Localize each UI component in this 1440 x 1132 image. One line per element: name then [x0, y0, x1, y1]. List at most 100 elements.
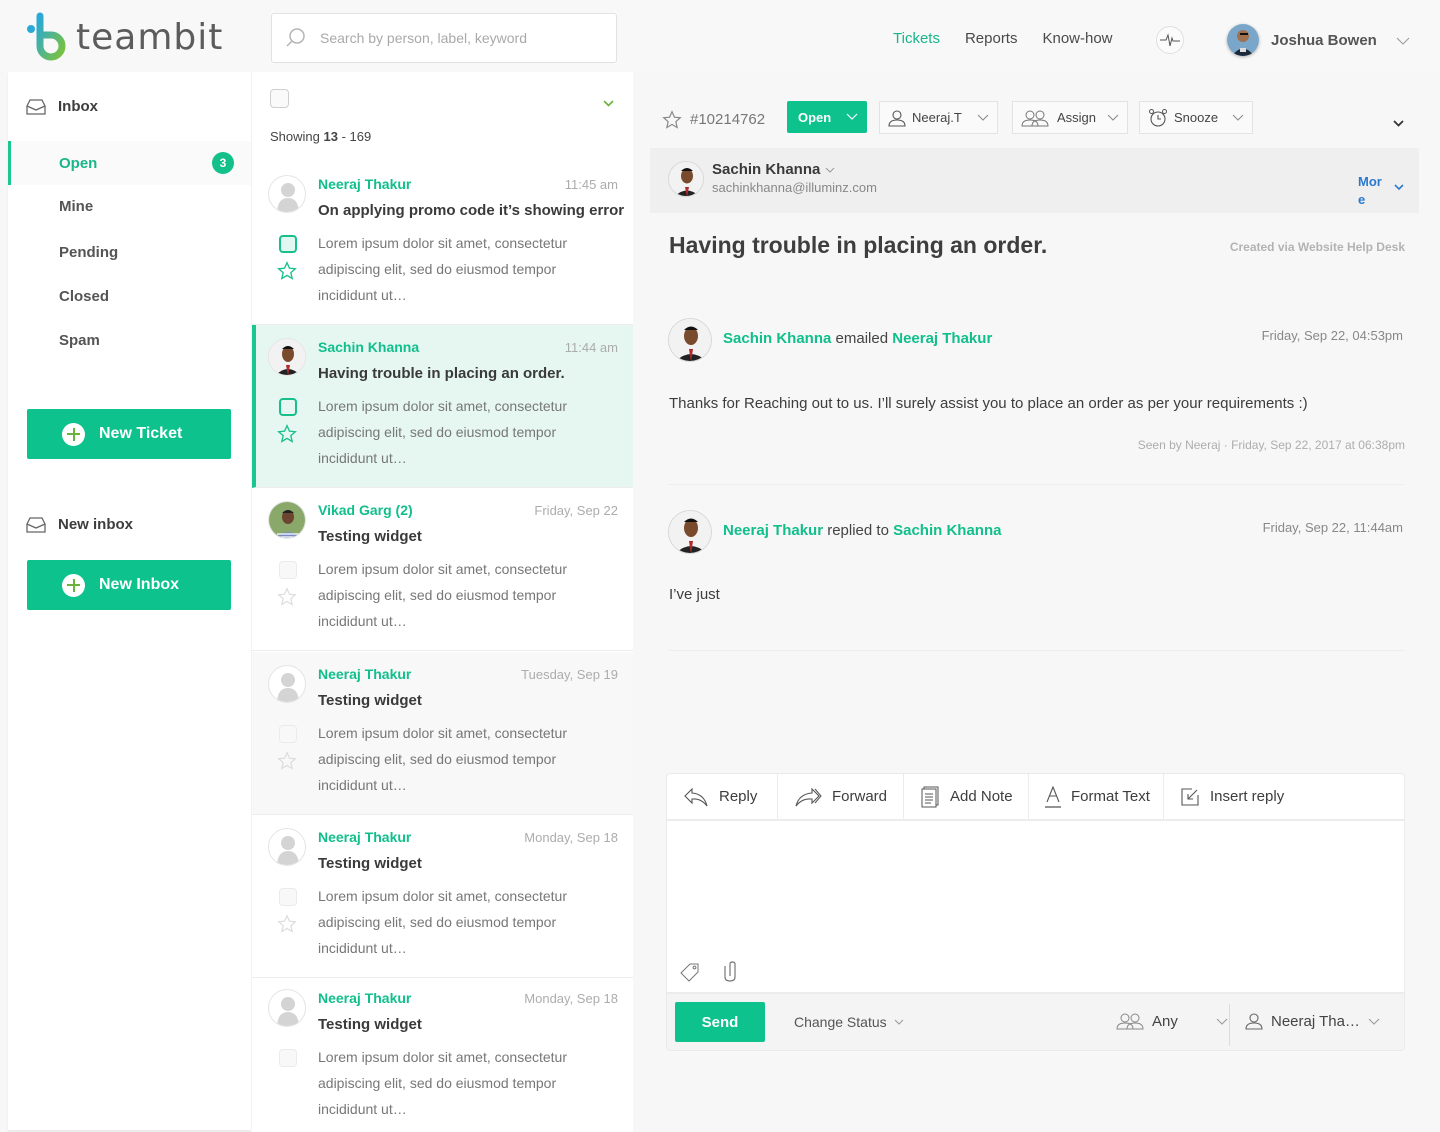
bulk-actions-chevron-icon[interactable]: [603, 94, 614, 112]
ticket-checkbox[interactable]: [279, 725, 297, 743]
ticket-sender: Neeraj Thakur: [318, 666, 412, 682]
more-link[interactable]: More: [1358, 173, 1388, 209]
tab-add-note[interactable]: Add Note: [904, 774, 1029, 819]
sender-avatar: [268, 501, 306, 539]
message-item: Sachin Khanna emailed Neeraj Thakur Frid…: [668, 318, 1405, 458]
inbox-heading[interactable]: Inbox: [26, 98, 98, 115]
team-label: Any: [1152, 1012, 1178, 1030]
star-icon[interactable]: [277, 261, 297, 286]
ticket-preview: Lorem ipsum dolor sit amet, consectetur …: [318, 235, 567, 303]
ticket-checkbox[interactable]: [279, 561, 297, 579]
assign-dropdown[interactable]: Assign: [1012, 101, 1128, 134]
ticket-checkbox[interactable]: [279, 1049, 297, 1067]
created-via: Created via Website Help Desk: [1229, 240, 1405, 254]
assignee-dropdown[interactable]: Neeraj Tha…: [1245, 1012, 1380, 1030]
sidebar-item-pending[interactable]: Pending: [8, 230, 251, 274]
tab-insert-reply[interactable]: Insert reply: [1164, 774, 1404, 819]
ticket-preview: Lorem ipsum dolor sit amet, consectetur …: [318, 1049, 567, 1117]
user-avatar[interactable]: [1227, 24, 1259, 56]
sidebar-item-spam[interactable]: Spam: [8, 318, 251, 362]
brand-logo[interactable]: teambit: [26, 12, 223, 62]
message-recipient[interactable]: Neeraj Thakur: [892, 330, 992, 347]
new-ticket-button[interactable]: New Ticket: [27, 409, 231, 459]
nav-reports[interactable]: Reports: [965, 30, 1018, 47]
activity-button[interactable]: [1156, 26, 1184, 54]
new-inbox-button[interactable]: New Inbox: [27, 560, 231, 610]
nav-tickets[interactable]: Tickets: [893, 30, 940, 47]
star-ticket-icon[interactable]: [662, 110, 682, 135]
reply-icon: [684, 787, 708, 806]
message-recipient[interactable]: Sachin Khanna: [893, 522, 1001, 539]
seen-status: Seen by Neeraj · Friday, Sep 22, 2017 at…: [1137, 438, 1405, 452]
message-sender[interactable]: Sachin Khanna: [723, 330, 831, 347]
message-verb: emailed: [831, 330, 893, 347]
ticket-row[interactable]: Neeraj Thakur 11:45 am On applying promo…: [252, 162, 633, 325]
ticket-row-selected[interactable]: Sachin Khanna 11:44 am Having trouble in…: [252, 325, 633, 488]
sidebar-item-label: Closed: [59, 287, 110, 305]
tag-icon[interactable]: [679, 961, 701, 988]
change-status-dropdown[interactable]: Change Status: [794, 1014, 904, 1030]
send-button[interactable]: Send: [675, 1002, 765, 1042]
showing-current: 13: [323, 129, 338, 144]
chevron-down-icon: [1216, 1018, 1228, 1025]
nav-know-how[interactable]: Know-how: [1042, 30, 1112, 47]
status-dropdown[interactable]: Open: [787, 101, 867, 133]
composer-tools: [679, 961, 739, 988]
tab-forward[interactable]: Forward: [778, 774, 904, 819]
sidebar-item-open[interactable]: Open 3: [8, 141, 251, 185]
search-input[interactable]: [320, 30, 580, 46]
tab-label: Reply: [719, 788, 758, 805]
contact-name-dropdown[interactable]: Sachin Khanna: [712, 161, 835, 178]
ticket-checkbox[interactable]: [279, 398, 297, 416]
ticket-row[interactable]: Neeraj Thakur Monday, Sep 18 Testing wid…: [252, 976, 633, 1132]
sender-avatar: [268, 338, 306, 376]
tab-label: Forward: [832, 788, 888, 805]
ticket-id: #10214762: [690, 111, 766, 128]
message-verb: replied to: [823, 522, 894, 539]
plus-circle-icon: [62, 573, 85, 597]
contact-email: sachinkhanna@illuminz.com: [712, 180, 877, 195]
star-icon[interactable]: [277, 424, 297, 449]
collapse-chevron-icon[interactable]: [1393, 114, 1404, 132]
attachment-icon[interactable]: [721, 961, 739, 988]
message-divider: [668, 484, 1405, 485]
sidebar-item-label: Spam: [59, 331, 100, 349]
snooze-dropdown[interactable]: Snooze: [1139, 101, 1253, 134]
sidebar-item-label: Open: [59, 154, 98, 172]
tab-format-text[interactable]: Format Text: [1029, 774, 1164, 819]
ticket-subject: Having trouble in placing an order.: [318, 365, 565, 382]
change-status-label: Change Status: [794, 1014, 887, 1030]
ticket-row[interactable]: Vikad Garg (2) Friday, Sep 22 Testing wi…: [252, 488, 633, 651]
chevron-down-icon[interactable]: [1394, 178, 1404, 196]
message-sender[interactable]: Neeraj Thakur: [723, 522, 823, 539]
user-menu-chevron-icon[interactable]: [1396, 32, 1410, 50]
ticket-row[interactable]: Neeraj Thakur Monday, Sep 18 Testing wid…: [252, 815, 633, 978]
plus-circle-icon: [62, 422, 85, 446]
team-dropdown[interactable]: Any: [1116, 1012, 1228, 1030]
sidebar-item-mine[interactable]: Mine: [8, 184, 251, 228]
select-all-checkbox[interactable]: [270, 89, 289, 108]
agent-dropdown[interactable]: Neeraj.T: [879, 101, 998, 134]
ticket-subject-heading: Having trouble in placing an order.: [669, 232, 1048, 258]
star-icon[interactable]: [277, 914, 297, 939]
reply-composer: Reply Forward Add Note Format Text Inser…: [666, 773, 1405, 1051]
ticket-row[interactable]: Neeraj Thakur Tuesday, Sep 19 Testing wi…: [252, 652, 633, 815]
ticket-checkbox[interactable]: [279, 888, 297, 906]
ticket-subject: Testing widget: [318, 692, 422, 709]
sidebar-item-closed[interactable]: Closed: [8, 274, 251, 318]
ticket-checkbox[interactable]: [279, 235, 297, 253]
chevron-down-icon: [826, 167, 835, 173]
user-name[interactable]: Joshua Bowen: [1271, 32, 1377, 49]
tab-reply[interactable]: Reply: [667, 774, 778, 819]
ticket-preview: Lorem ipsum dolor sit amet, consectetur …: [318, 561, 567, 629]
search-box[interactable]: [271, 13, 617, 63]
composer-tabs: Reply Forward Add Note Format Text Inser…: [667, 774, 1404, 821]
teambit-logo-icon: [26, 12, 66, 62]
star-icon[interactable]: [277, 587, 297, 612]
message-time: Friday, Sep 22, 11:44am: [1262, 520, 1403, 535]
star-icon[interactable]: [277, 751, 297, 776]
ticket-list: Showing 13 - 169 Neeraj Thakur 11:45 am …: [252, 72, 633, 1132]
message-item: Neeraj Thakur replied to Sachin Khanna F…: [668, 510, 1405, 610]
tab-label: Format Text: [1071, 788, 1150, 805]
reply-text-area[interactable]: [667, 821, 1404, 991]
